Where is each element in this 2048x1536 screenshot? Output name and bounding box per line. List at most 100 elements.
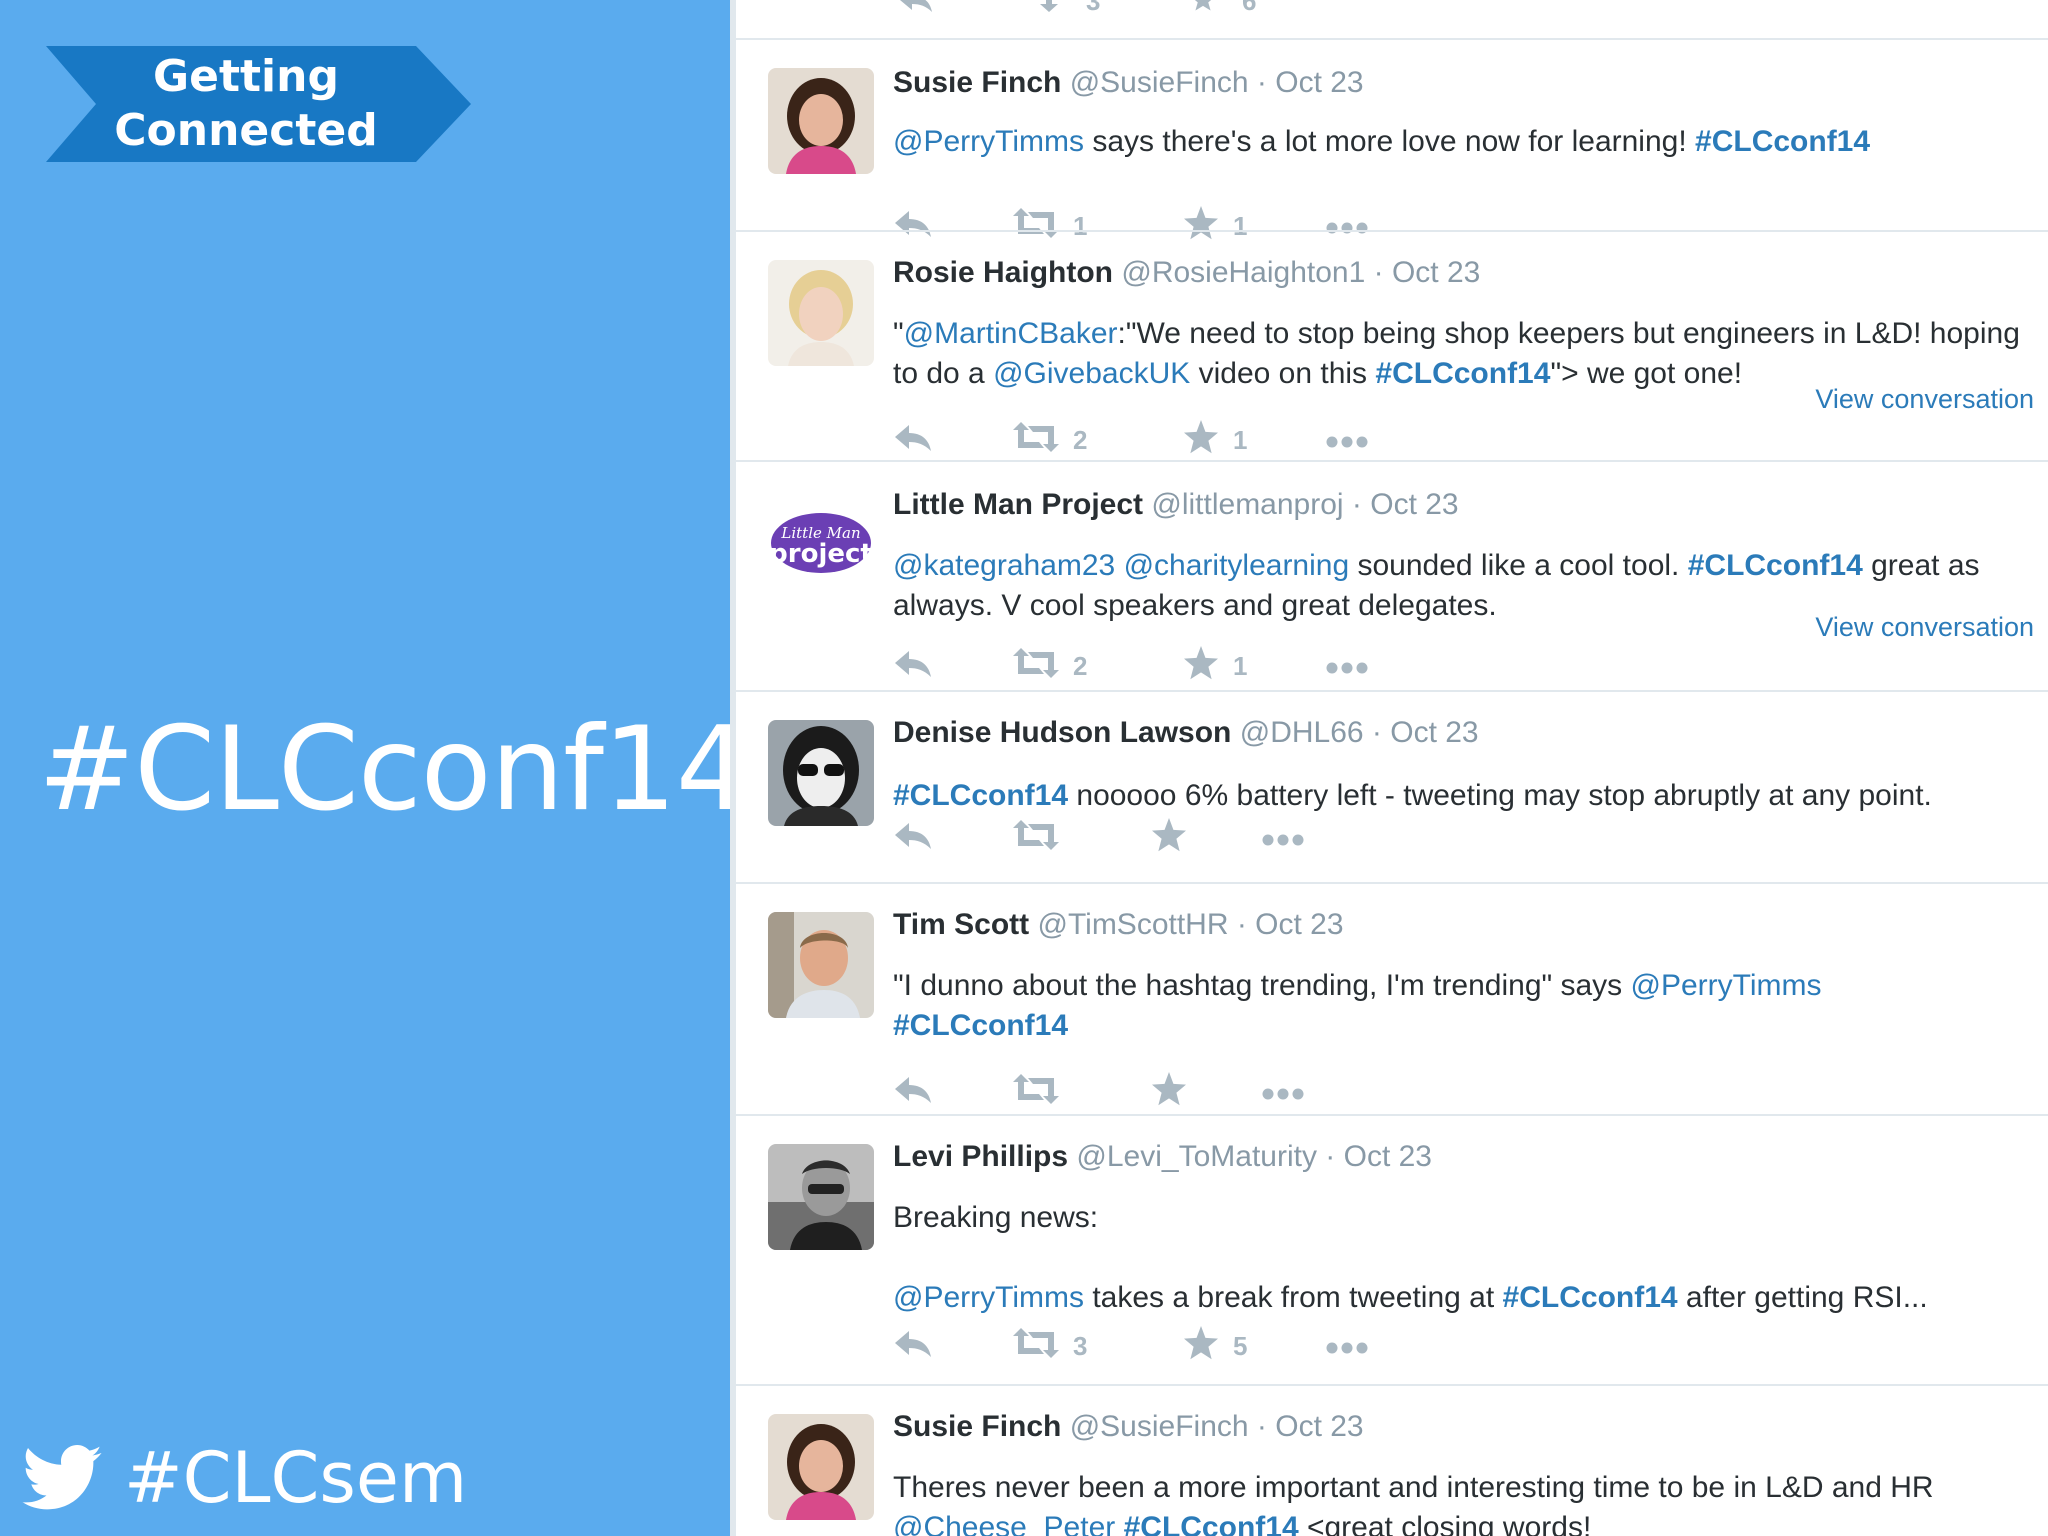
more-action[interactable] (1261, 823, 1305, 854)
reply-icon[interactable] (893, 821, 933, 856)
hashtag-link[interactable]: #CLCconf14 (1375, 357, 1550, 390)
tweet-date[interactable]: · Oct 23 (1257, 1410, 1364, 1443)
tweet-author-handle[interactable]: @TimScottHR (1037, 908, 1228, 941)
star-icon[interactable] (1183, 419, 1219, 461)
retweet-icon[interactable] (1013, 421, 1059, 459)
more-icon[interactable] (1325, 425, 1369, 456)
star-action[interactable]: 1 (1183, 645, 1247, 687)
reply-icon[interactable] (896, 0, 936, 12)
retweet-action[interactable]: 2 (1013, 421, 1087, 459)
avatar[interactable]: Little Man project (768, 490, 874, 596)
hashtag-link[interactable]: #CLCconf14 (893, 779, 1068, 812)
tweet-author-handle[interactable]: @Levi_ToMaturity (1076, 1140, 1317, 1173)
mention-link[interactable]: @GivebackUK (993, 357, 1190, 390)
star-action[interactable] (1151, 1071, 1187, 1113)
tweet-author-name[interactable]: Little Man Project (893, 488, 1143, 521)
tweet-author-name[interactable]: Levi Phillips (893, 1140, 1068, 1173)
tweet-author-name[interactable]: Denise Hudson Lawson (893, 716, 1231, 749)
tweet-date[interactable]: · Oct 23 (1237, 908, 1344, 941)
hashtag-link[interactable]: #CLCconf14 (1695, 125, 1870, 158)
star-icon[interactable] (1186, 0, 1220, 14)
tweet[interactable]: Susie Finch @SusieFinch · Oct 23 @PerryTi… (736, 38, 2048, 241)
more-action[interactable] (1261, 1077, 1305, 1108)
mention-link[interactable]: @Cheese_Peter (893, 1511, 1115, 1536)
tweet-date[interactable]: · Oct 23 (1325, 1140, 1432, 1173)
hashtag-link[interactable]: #CLCconf14 (1503, 1281, 1678, 1314)
more-icon[interactable] (1261, 823, 1305, 854)
reply-action[interactable] (893, 1075, 933, 1110)
avatar[interactable] (768, 720, 874, 826)
more-icon[interactable] (1261, 1077, 1305, 1108)
avatar[interactable] (768, 1144, 874, 1250)
tweet[interactable]: Levi Phillips @Levi_ToMaturity · Oct 23 B… (736, 1114, 2048, 1384)
tweet-author-name[interactable]: Susie Finch (893, 1410, 1061, 1443)
reply-action[interactable] (893, 1329, 933, 1364)
mention-link[interactable]: @PerryTimms (893, 125, 1084, 158)
tweet[interactable]: Susie Finch @SusieFinch · Oct 23 Theres n… (736, 1384, 2048, 1536)
tweet-date[interactable]: · Oct 23 (1374, 256, 1481, 289)
mention-link[interactable]: @charitylearning (1124, 549, 1350, 582)
retweet-action[interactable] (1013, 1073, 1059, 1111)
mention-link[interactable]: @kategraham23 (893, 549, 1115, 582)
retweet-icon[interactable] (1013, 1073, 1059, 1111)
star-icon[interactable] (1151, 817, 1187, 859)
view-conversation-link[interactable]: View conversation (1815, 612, 2034, 643)
reply-icon[interactable] (893, 649, 933, 684)
tweet-date[interactable]: · Oct 23 (1352, 488, 1459, 521)
reply-action[interactable] (893, 423, 933, 458)
retweet-action[interactable]: 2 (1013, 647, 1087, 685)
retweet-icon[interactable] (1013, 647, 1059, 685)
hashtag-link[interactable]: #CLCconf14 (1688, 549, 1863, 582)
tweet[interactable]: Denise Hudson Lawson @DHL66 · Oct 23 #CLC… (736, 690, 2048, 882)
tweet-feed[interactable]: 3 6 Susie Finch @SusieFinch · Oct 23 @Per… (730, 0, 2048, 1536)
more-action[interactable] (1325, 651, 1369, 682)
conference-hashtag: #CLCconf14 (38, 702, 750, 837)
retweet-action[interactable] (1013, 819, 1059, 857)
reply-action[interactable] (893, 649, 933, 684)
tweet-date[interactable]: · Oct 23 (1257, 66, 1364, 99)
more-action[interactable] (1325, 1331, 1369, 1362)
star-action[interactable]: 1 (1183, 419, 1247, 461)
star-action[interactable]: 5 (1183, 1325, 1247, 1367)
mention-link[interactable]: @MartinCBaker (904, 317, 1118, 350)
more-action[interactable] (1325, 425, 1369, 456)
reply-action[interactable] (893, 821, 933, 856)
avatar[interactable] (768, 912, 874, 1018)
more-icon[interactable] (1325, 651, 1369, 682)
avatar[interactable] (768, 68, 874, 174)
avatar[interactable] (768, 260, 874, 366)
tweet[interactable]: Tim Scott @TimScottHR · Oct 23 "I dunno a… (736, 882, 2048, 1114)
mention-link[interactable]: @PerryTimms (893, 1281, 1084, 1314)
tweet[interactable]: Rosie Haighton @RosieHaighton1 · Oct 23 "… (736, 230, 2048, 460)
tweet-text-segment: after getting RSI... (1677, 1281, 1928, 1314)
view-conversation-link[interactable]: View conversation (1815, 384, 2034, 415)
reply-icon[interactable] (893, 1075, 933, 1110)
tweet-text: Breaking news: @PerryTimms takes a break … (893, 1198, 2034, 1318)
tweet-author-handle[interactable]: @DHL66 (1240, 716, 1364, 749)
retweet-icon[interactable] (1013, 819, 1059, 857)
tweet-author-name[interactable]: Tim Scott (893, 908, 1029, 941)
tweet-date[interactable]: · Oct 23 (1372, 716, 1479, 749)
star-icon[interactable] (1183, 645, 1219, 687)
tweet-author-handle[interactable]: @RosieHaighton1 (1121, 256, 1365, 289)
hashtag-link[interactable]: #CLCconf14 (1124, 1511, 1299, 1536)
tweet-author-name[interactable]: Susie Finch (893, 66, 1061, 99)
tweet-author-handle[interactable]: @littlemanproj (1151, 488, 1343, 521)
reply-icon[interactable] (893, 1329, 933, 1364)
reply-icon[interactable] (893, 423, 933, 458)
retweet-icon[interactable] (1013, 1327, 1059, 1365)
hashtag-link[interactable]: #CLCconf14 (893, 1009, 1068, 1042)
retweet-icon[interactable] (1024, 0, 1068, 12)
tweet-author-name[interactable]: Rosie Haighton (893, 256, 1113, 289)
mention-link[interactable]: @PerryTimms (1631, 969, 1822, 1002)
tweet-author-handle[interactable]: @SusieFinch (1070, 66, 1249, 99)
star-icon[interactable] (1151, 1071, 1187, 1113)
star-action[interactable] (1151, 817, 1187, 859)
retweet-action[interactable]: 3 (1013, 1327, 1087, 1365)
tweet-content: Little Man Project @littlemanproj · Oct … (893, 486, 2034, 692)
tweet-author-handle[interactable]: @SusieFinch (1070, 1410, 1249, 1443)
avatar[interactable] (768, 1414, 874, 1520)
tweet[interactable]: Little Man project Little Man Project @lit… (736, 460, 2048, 690)
star-icon[interactable] (1183, 1325, 1219, 1367)
more-icon[interactable] (1325, 1331, 1369, 1362)
